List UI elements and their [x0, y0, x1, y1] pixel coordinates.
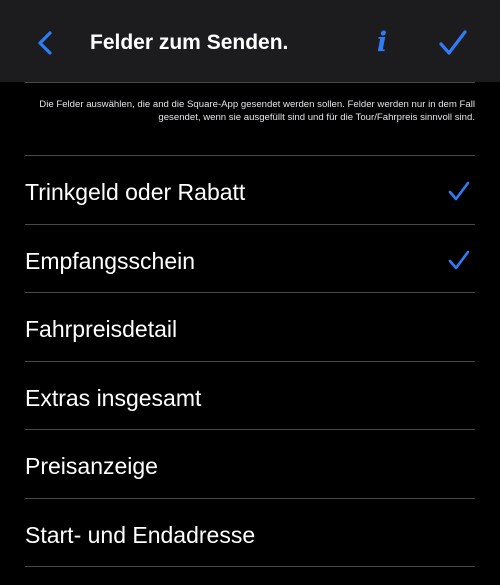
done-button[interactable] — [436, 26, 470, 60]
description-text: Die Felder auswählen, die and die Square… — [39, 99, 475, 123]
info-icon: i — [376, 27, 388, 58]
chevron-left-icon — [38, 31, 52, 55]
field-label: Extras insgesamt — [25, 384, 202, 411]
field-label: Empfangsschein — [25, 247, 196, 274]
field-list: Trinkgeld oder Rabatt Empfangsschein Fahrp… — [0, 156, 500, 567]
field-label: Preisanzeige — [25, 453, 158, 479]
field-label: Start- und Endadresse — [25, 521, 256, 548]
info-button[interactable]: i — [370, 26, 394, 60]
checkmark-icon — [439, 30, 467, 55]
row-divider — [25, 566, 475, 567]
back-button[interactable] — [30, 26, 64, 60]
checkmark-icon — [448, 250, 470, 269]
field-row[interactable]: Extras insgesamt — [0, 362, 500, 430]
field-row[interactable]: Start- und Endadresse — [0, 499, 500, 567]
field-row[interactable]: Trinkgeld oder Rabatt — [0, 156, 500, 225]
field-row[interactable]: Fahrpreisdetail — [0, 293, 500, 362]
page-title: Felder zum Senden. — [90, 31, 289, 54]
field-label: Trinkgeld oder Rabatt — [25, 179, 246, 205]
navigation-bar: Felder zum Senden. i — [0, 0, 500, 82]
field-row[interactable]: Preisanzeige — [0, 430, 500, 499]
field-row[interactable]: Empfangsschein — [0, 225, 500, 293]
checkmark-icon — [448, 181, 470, 201]
header-divider — [25, 82, 475, 83]
field-label: Fahrpreisdetail — [25, 316, 178, 342]
